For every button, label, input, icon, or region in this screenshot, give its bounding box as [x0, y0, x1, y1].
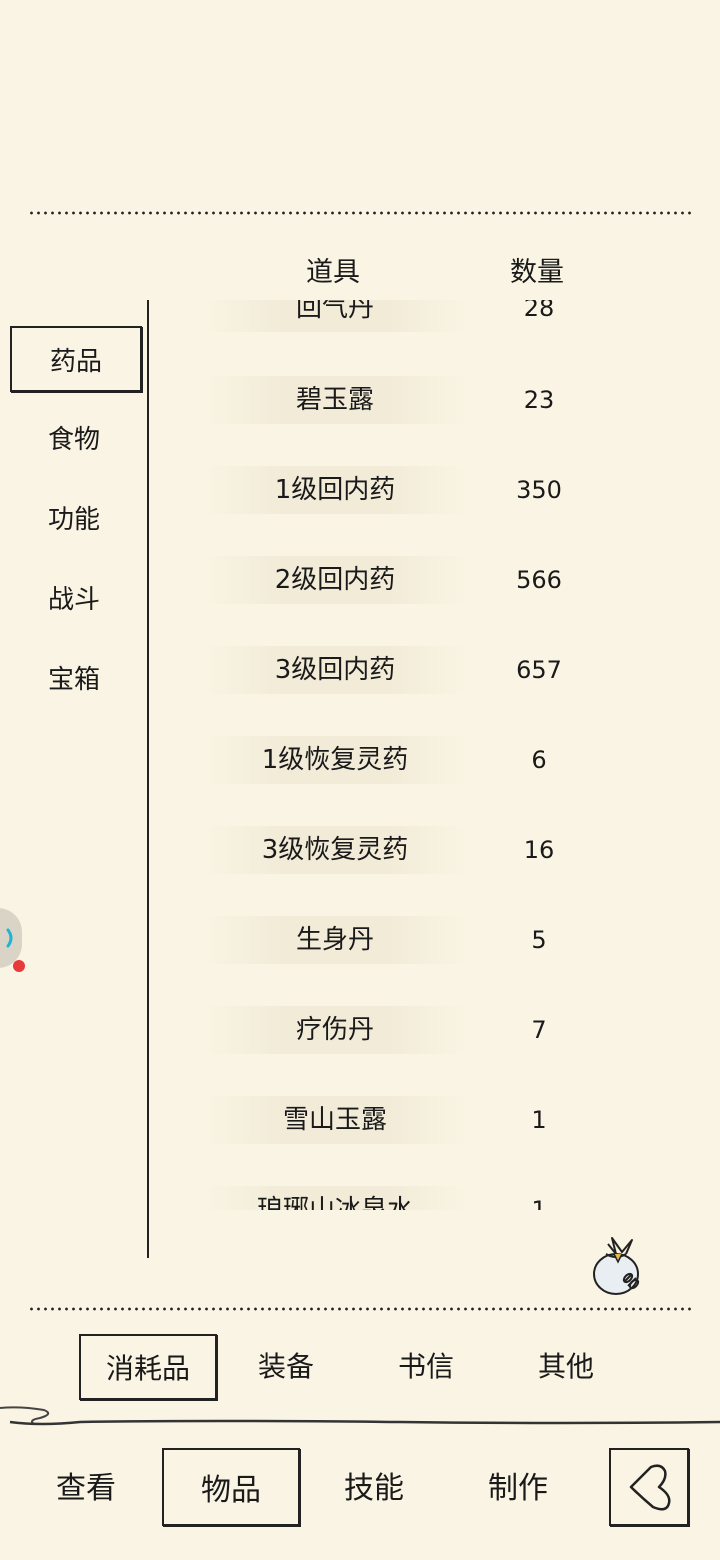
nav-view[interactable]: 查看 [26, 1448, 146, 1522]
category-medicine[interactable]: 药品 [10, 326, 142, 392]
item-quantity: 1 [531, 1106, 547, 1134]
item-row[interactable]: 2级回内药 566 [150, 553, 720, 611]
nav-label: 技能 [344, 1471, 404, 1506]
category-label: 战斗 [47, 584, 100, 615]
category-label: 食物 [47, 424, 100, 455]
item-quantity: 350 [516, 476, 562, 504]
item-name: 疗伤丹 [295, 1015, 374, 1045]
back-arrow-icon [629, 1464, 671, 1511]
item-quantity: 1 [531, 1196, 547, 1210]
item-quantity: 23 [523, 386, 555, 414]
item-name: 1级恢复灵药 [261, 745, 409, 775]
category-food[interactable]: 食物 [10, 406, 138, 468]
item-name: 琅琊山冰泉水 [256, 1195, 413, 1210]
item-name: 碧玉露 [295, 385, 374, 415]
item-name: 生身丹 [295, 925, 374, 955]
item-name: 回气丹 [295, 300, 374, 323]
item-name: 3级回内药 [274, 655, 396, 685]
item-quantity: 28 [523, 300, 555, 322]
brush-divider [0, 1406, 720, 1426]
item-name: 1级回内药 [274, 475, 396, 505]
item-quantity: 6 [531, 746, 547, 774]
floating-assistant-button[interactable] [0, 908, 22, 968]
item-quantity: 5 [531, 926, 547, 954]
item-row[interactable]: 疗伤丹 7 [150, 1003, 720, 1061]
category-treasure-chest[interactable]: 宝箱 [10, 646, 138, 708]
item-row[interactable]: 雪山玉露 1 [150, 1093, 720, 1151]
item-name: 3级恢复灵药 [261, 835, 409, 865]
category-label: 药品 [49, 346, 102, 377]
notification-dot [13, 960, 25, 972]
nav-crafting[interactable]: 制作 [458, 1448, 578, 1522]
nav-items[interactable]: 物品 [162, 1448, 300, 1526]
item-row[interactable]: 碧玉露 23 [150, 373, 720, 431]
item-name: 雪山玉露 [282, 1105, 387, 1135]
tab-label: 其他 [537, 1350, 594, 1383]
item-name: 2级回内药 [274, 565, 396, 595]
nav-skills[interactable]: 技能 [314, 1448, 434, 1522]
tab-letters[interactable]: 书信 [366, 1334, 486, 1396]
nav-label: 制作 [488, 1471, 548, 1506]
item-row[interactable]: 生身丹 5 [150, 913, 720, 971]
tab-label: 书信 [397, 1350, 454, 1383]
item-row[interactable]: 回气丹 28 [150, 300, 720, 339]
column-header-item: 道具 [306, 257, 360, 288]
sidebar-divider [147, 300, 149, 1258]
item-quantity: 566 [516, 566, 562, 594]
tab-equipment[interactable]: 装备 [226, 1334, 346, 1396]
tab-label: 消耗品 [105, 1352, 190, 1385]
item-list[interactable]: 回气丹 28 碧玉露 23 1级回内药 350 2级回内药 566 3级回内药 657 1… [150, 300, 720, 1210]
item-row[interactable]: 3级回内药 657 [150, 643, 720, 701]
top-divider [28, 211, 692, 215]
tab-label: 装备 [257, 1350, 314, 1383]
item-row[interactable]: 1级回内药 350 [150, 463, 720, 521]
nav-label: 物品 [201, 1473, 261, 1508]
back-button[interactable] [609, 1448, 689, 1526]
nav-label: 查看 [56, 1471, 116, 1506]
item-quantity: 16 [523, 836, 555, 864]
column-header-quantity: 数量 [510, 257, 564, 288]
category-battle[interactable]: 战斗 [10, 566, 138, 628]
category-label: 功能 [47, 504, 100, 535]
tab-other[interactable]: 其他 [506, 1334, 626, 1396]
item-quantity: 7 [531, 1016, 547, 1044]
item-row[interactable]: 1级恢复灵药 6 [150, 733, 720, 791]
category-label: 宝箱 [47, 664, 100, 695]
item-bag-icon[interactable] [588, 1232, 648, 1298]
assistant-icon [6, 928, 13, 948]
category-function[interactable]: 功能 [10, 486, 138, 548]
item-quantity: 657 [516, 656, 562, 684]
tab-consumables[interactable]: 消耗品 [79, 1334, 217, 1400]
bottom-divider [28, 1307, 692, 1311]
item-row[interactable]: 琅琊山冰泉水 1 [150, 1183, 720, 1210]
item-row[interactable]: 3级恢复灵药 16 [150, 823, 720, 881]
